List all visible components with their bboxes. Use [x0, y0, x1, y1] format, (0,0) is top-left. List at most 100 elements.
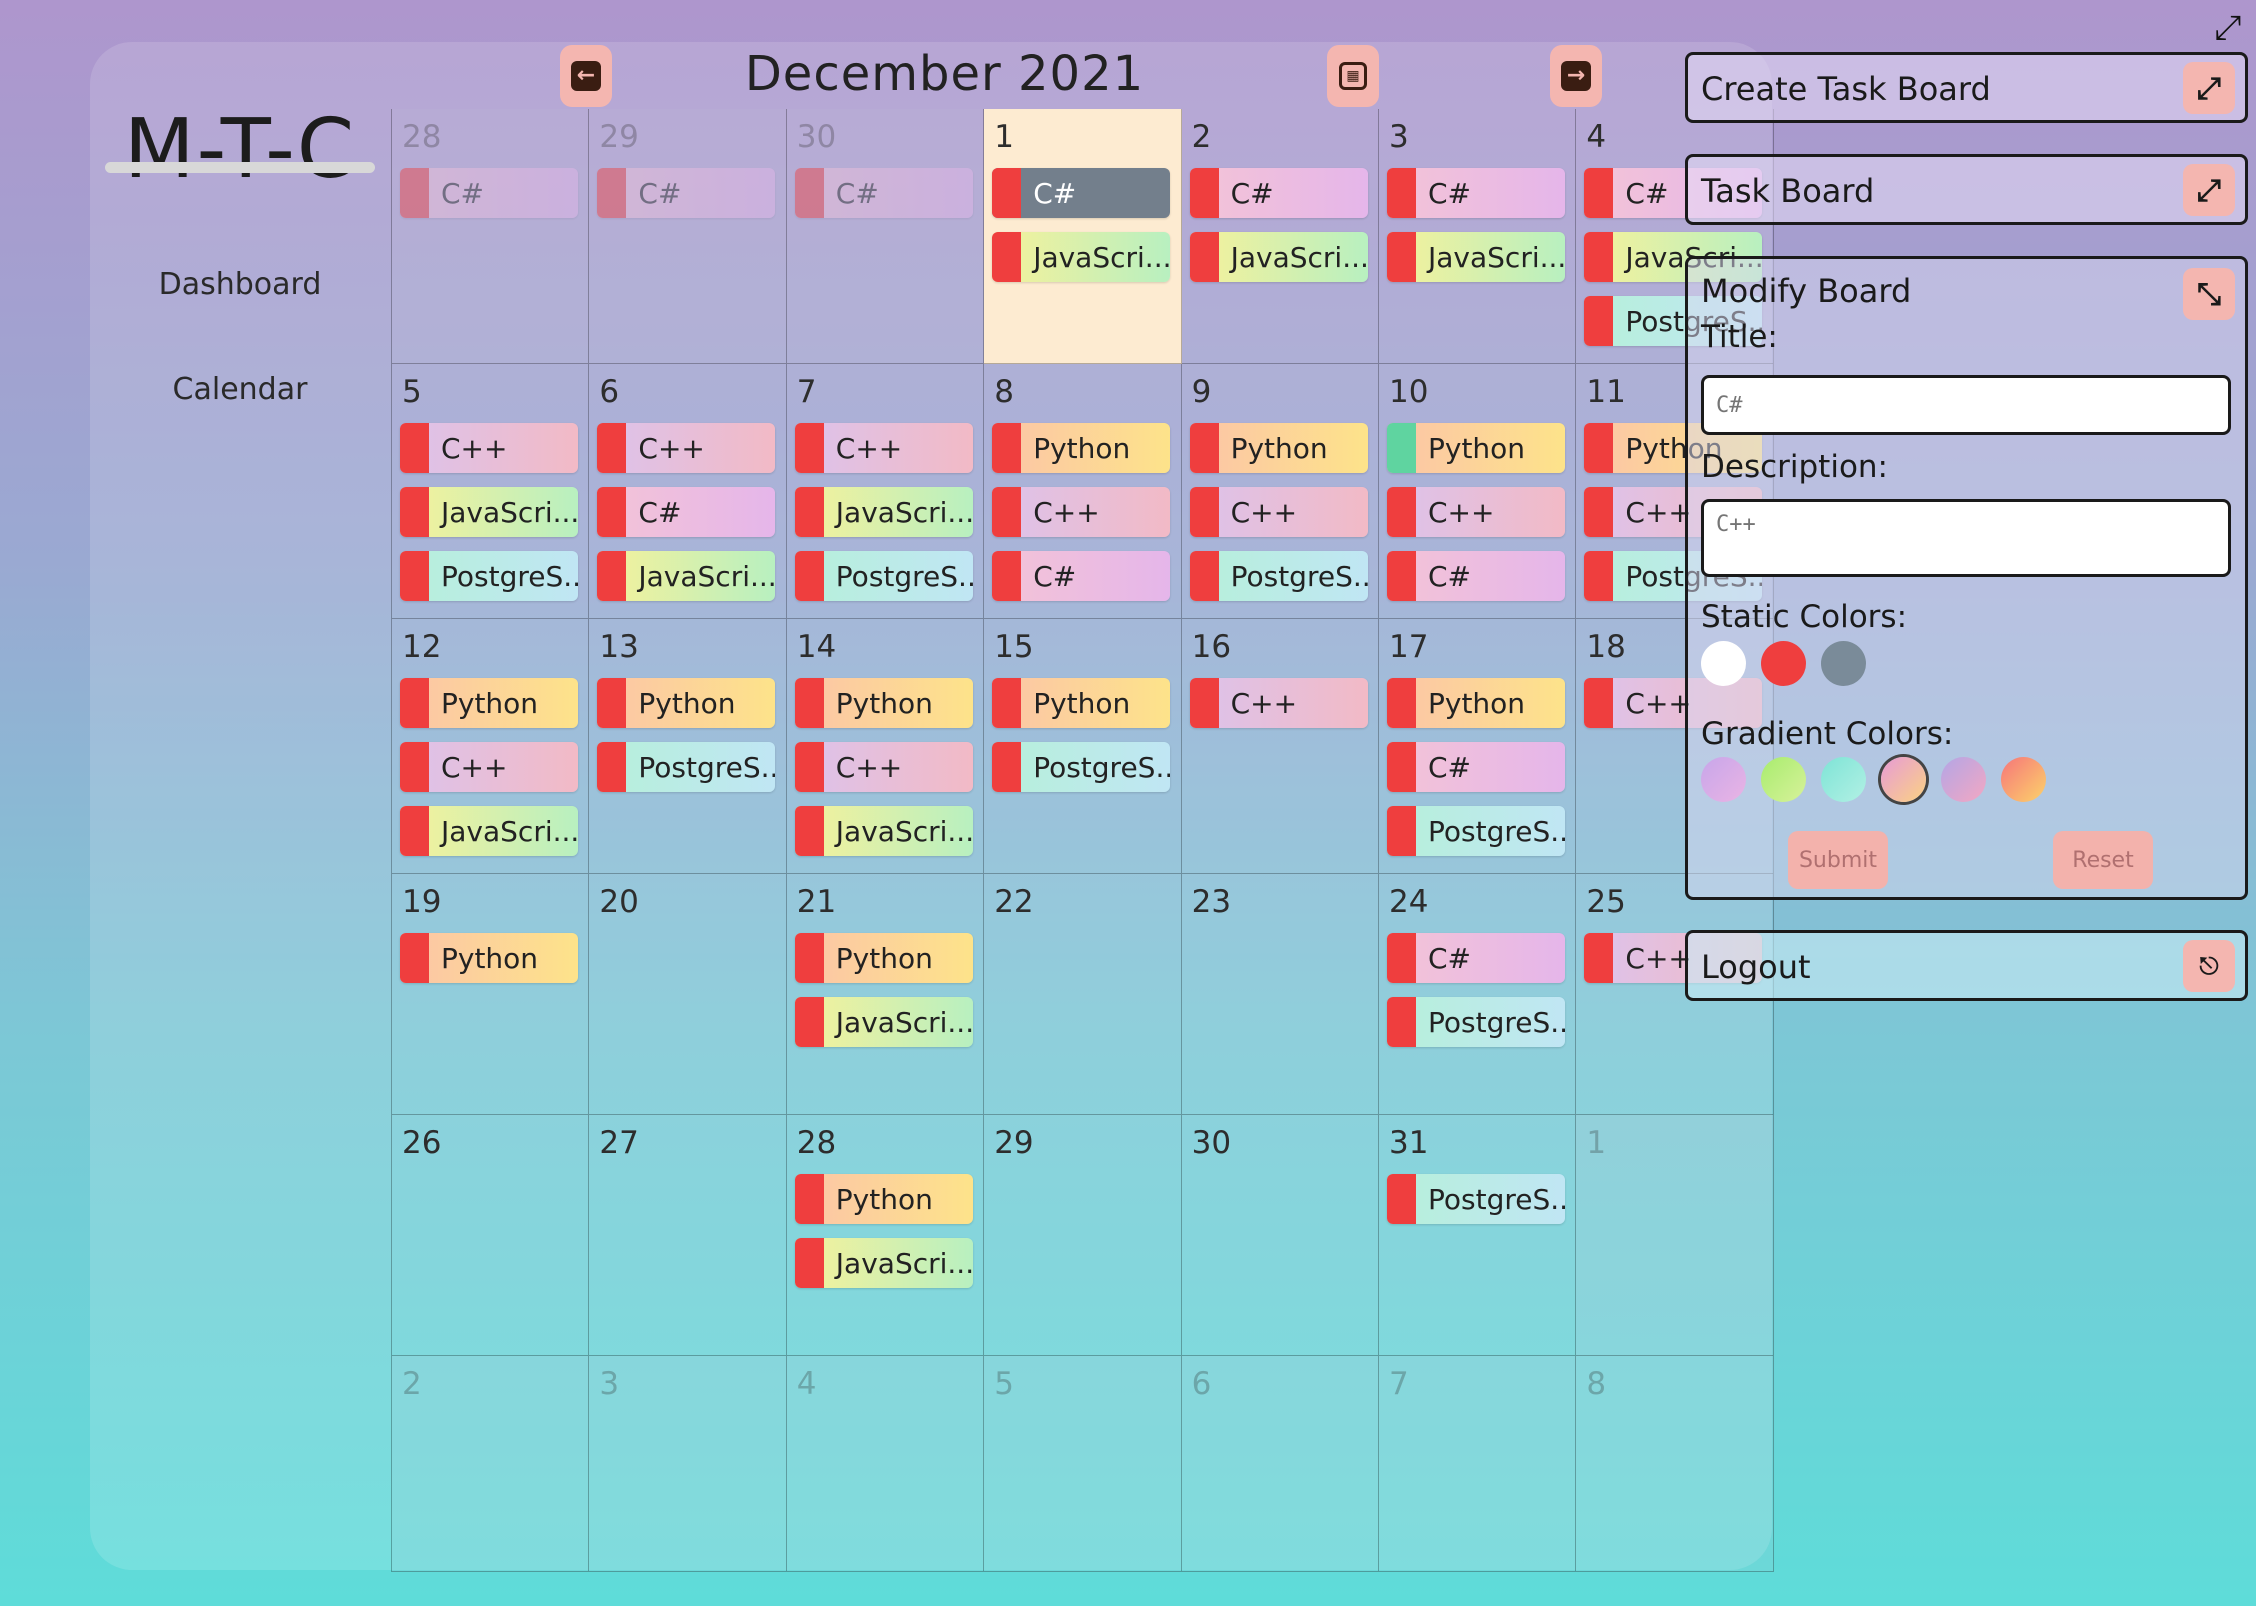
gradient-color-swatch[interactable] [1761, 757, 1806, 802]
calendar-event[interactable]: C++ [1189, 487, 1368, 537]
calendar-day-cell[interactable]: 26 [392, 1115, 590, 1356]
calendar-day-cell[interactable]: 8 Python C++ C# [984, 364, 1182, 619]
calendar-event[interactable]: PostgreS... [1387, 1174, 1565, 1224]
calendar-day-cell[interactable]: 1 [1576, 1115, 1774, 1356]
calendar-day-cell[interactable]: 6 [1181, 1356, 1379, 1572]
calendar-day-cell[interactable]: 14 Python C++ JavaScri... [786, 619, 985, 874]
calendar-day-cell[interactable]: 30 C# [786, 109, 985, 364]
calendar-event[interactable]: JavaScri... [794, 487, 973, 537]
calendar-day-cell[interactable]: 15 Python PostgreS... [984, 619, 1182, 874]
calendar-day-cell[interactable]: 30 [1181, 1115, 1379, 1356]
calendar-day-cell[interactable]: 4 [786, 1356, 985, 1572]
calendar-event[interactable]: Python [1189, 423, 1368, 473]
calendar-event[interactable]: C# [597, 168, 776, 218]
calendar-event[interactable]: C# [1387, 551, 1565, 601]
calendar-day-cell[interactable]: 13 Python PostgreS... [589, 619, 787, 874]
calendar-day-cell[interactable]: 20 [589, 874, 787, 1115]
submit-button[interactable]: Submit [1788, 831, 1888, 889]
calendar-event[interactable]: Python [400, 678, 578, 728]
calendar-event[interactable]: Python [794, 933, 973, 983]
calendar-day-cell[interactable]: 3 C# JavaScri... [1379, 109, 1577, 364]
calendar-event[interactable]: JavaScri... [1387, 232, 1565, 282]
calendar-event[interactable]: C# [400, 168, 578, 218]
calendar-day-cell[interactable]: 23 [1181, 874, 1379, 1115]
calendar-event[interactable]: Python [597, 678, 776, 728]
expand-icon[interactable]: ⤢ [2183, 62, 2235, 114]
calendar-event[interactable]: C++ [400, 423, 578, 473]
calendar-day-cell[interactable]: 2 [392, 1356, 590, 1572]
calendar-day-cell[interactable]: 7 C++ JavaScri... PostgreS... [786, 364, 985, 619]
calendar-day-cell[interactable]: 27 [589, 1115, 787, 1356]
calendar-event[interactable]: JavaScri... [1189, 232, 1368, 282]
title-input[interactable] [1701, 375, 2231, 435]
today-button[interactable]: ▦ [1327, 45, 1379, 107]
collapse-panels-icon[interactable]: ⤢ [2208, 8, 2248, 48]
calendar-event[interactable]: C++ [1387, 487, 1565, 537]
calendar-event[interactable]: Python [794, 678, 973, 728]
calendar-event[interactable]: C# [992, 168, 1171, 218]
expand-icon[interactable]: ⤢ [2183, 164, 2235, 216]
next-month-button[interactable]: → [1550, 45, 1602, 107]
logout-icon[interactable]: ⎋ [2183, 940, 2235, 992]
calendar-event[interactable]: PostgreS... [1387, 997, 1565, 1047]
static-color-swatch[interactable] [1821, 641, 1866, 686]
calendar-event[interactable]: JavaScri... [794, 997, 973, 1047]
static-color-swatch[interactable] [1761, 641, 1806, 686]
calendar-day-cell[interactable]: 17 Python C# PostgreS... [1379, 619, 1577, 874]
calendar-day-cell[interactable]: 29 [984, 1115, 1182, 1356]
calendar-day-cell[interactable]: 21 Python JavaScri... [786, 874, 985, 1115]
calendar-event[interactable]: C# [1387, 168, 1565, 218]
calendar-event[interactable]: C++ [1189, 678, 1368, 728]
calendar-event[interactable]: C++ [794, 742, 973, 792]
calendar-event[interactable]: JavaScri... [794, 806, 973, 856]
nav-dashboard[interactable]: Dashboard [90, 267, 390, 302]
calendar-event[interactable]: PostgreS... [1189, 551, 1368, 601]
calendar-event[interactable]: C++ [597, 423, 776, 473]
calendar-day-cell[interactable]: 5 C++ JavaScri... PostgreS... [392, 364, 590, 619]
gradient-color-swatch[interactable] [1881, 757, 1926, 802]
calendar-event[interactable]: C++ [992, 487, 1171, 537]
calendar-event[interactable]: JavaScri... [400, 806, 578, 856]
calendar-event[interactable]: C# [1189, 168, 1368, 218]
calendar-day-cell[interactable]: 28 Python JavaScri... [786, 1115, 985, 1356]
calendar-event[interactable]: C++ [794, 423, 973, 473]
collapse-icon[interactable]: ⤡ [2183, 268, 2235, 320]
gradient-color-swatch[interactable] [1941, 757, 1986, 802]
calendar-event[interactable]: JavaScri... [992, 232, 1171, 282]
calendar-day-cell[interactable]: 5 [984, 1356, 1182, 1572]
calendar-day-cell[interactable]: 3 [589, 1356, 787, 1572]
calendar-day-cell[interactable]: 1 C# JavaScri... [984, 109, 1182, 364]
calendar-event[interactable]: C# [992, 551, 1171, 601]
calendar-day-cell[interactable]: 29 C# [589, 109, 787, 364]
calendar-event[interactable]: PostgreS... [1387, 806, 1565, 856]
gradient-color-swatch[interactable] [1701, 757, 1746, 802]
gradient-color-swatch[interactable] [2001, 757, 2046, 802]
static-color-swatch[interactable] [1701, 641, 1746, 686]
calendar-day-cell[interactable]: 28 C# [392, 109, 590, 364]
gradient-color-swatch[interactable] [1821, 757, 1866, 802]
task-board-panel[interactable]: Task Board ⤢ [1685, 154, 2248, 225]
calendar-event[interactable]: JavaScri... [400, 487, 578, 537]
calendar-event[interactable]: PostgreS... [597, 742, 776, 792]
calendar-event[interactable]: C# [597, 487, 776, 537]
calendar-day-cell[interactable]: 2 C# JavaScri... [1181, 109, 1379, 364]
calendar-event[interactable]: C# [1387, 933, 1565, 983]
calendar-event[interactable]: Python [1387, 678, 1565, 728]
calendar-day-cell[interactable]: 19 Python [392, 874, 590, 1115]
calendar-event[interactable]: PostgreS... [400, 551, 578, 601]
calendar-day-cell[interactable]: 10 Python C++ C# [1379, 364, 1577, 619]
calendar-day-cell[interactable]: 16 C++ [1181, 619, 1379, 874]
calendar-event[interactable]: PostgreS... [992, 742, 1171, 792]
calendar-event[interactable]: PostgreS... [794, 551, 973, 601]
calendar-event[interactable]: Python [400, 933, 578, 983]
description-textarea[interactable] [1701, 499, 2231, 577]
calendar-day-cell[interactable]: 22 [984, 874, 1182, 1115]
calendar-event[interactable]: Python [794, 1174, 973, 1224]
calendar-day-cell[interactable]: 6 C++ C# JavaScri... [589, 364, 787, 619]
calendar-day-cell[interactable]: 7 [1379, 1356, 1577, 1572]
calendar-day-cell[interactable]: 12 Python C++ JavaScri... [392, 619, 590, 874]
calendar-day-cell[interactable]: 31 PostgreS... [1379, 1115, 1577, 1356]
calendar-event[interactable]: JavaScri... [597, 551, 776, 601]
calendar-event[interactable]: JavaScri... [794, 1238, 973, 1288]
logout-panel[interactable]: Logout ⎋ [1685, 930, 2248, 1001]
